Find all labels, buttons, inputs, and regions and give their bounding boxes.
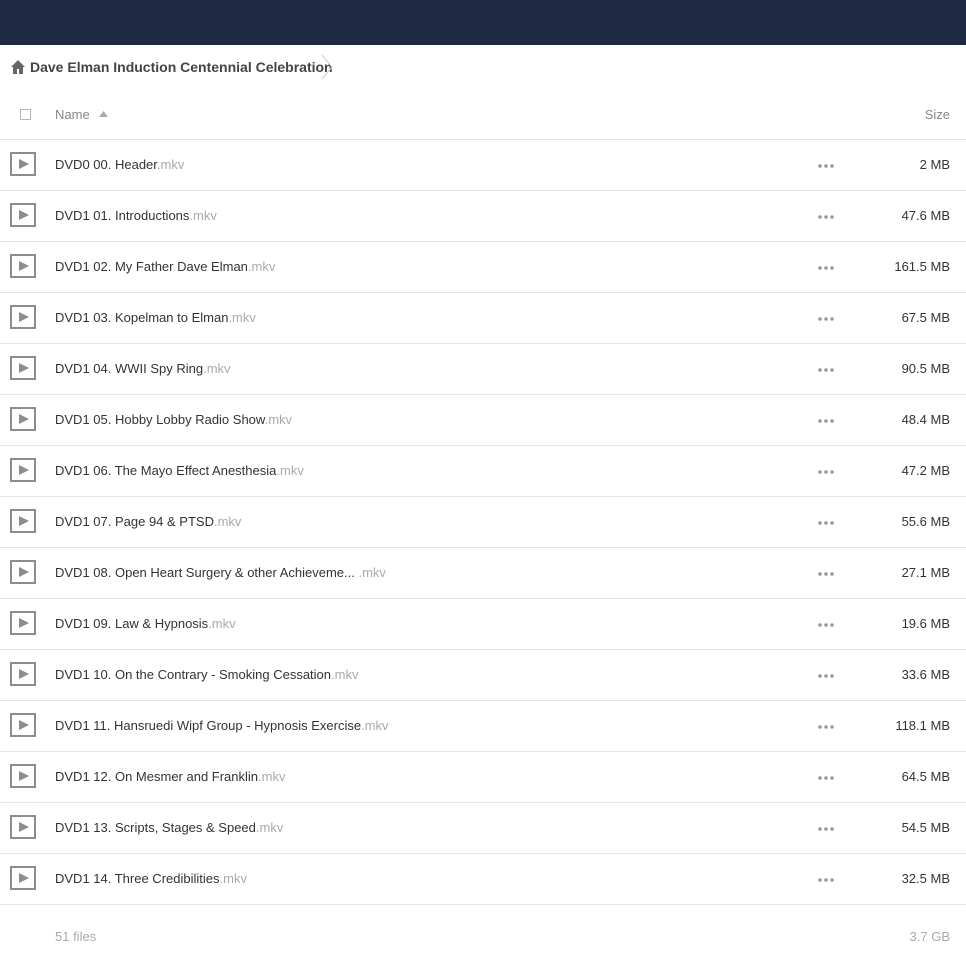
size-column-header[interactable]: Size (925, 107, 950, 122)
file-row[interactable]: DVD1 09. Law & Hypnosis.mkv 19.6 MB (0, 599, 966, 650)
file-name[interactable]: DVD1 07. Page 94 & PTSD.mkv (55, 514, 241, 529)
list-footer: 51 files 3.7 GB (0, 915, 966, 955)
more-horizontal-icon[interactable] (818, 827, 834, 831)
more-horizontal-icon[interactable] (818, 776, 834, 780)
more-horizontal-icon[interactable] (818, 317, 834, 321)
more-horizontal-icon[interactable] (818, 878, 834, 882)
file-row[interactable]: DVD1 06. The Mayo Effect Anesthesia.mkv … (0, 446, 966, 497)
file-size: 64.5 MB (901, 769, 950, 784)
home-icon[interactable] (10, 59, 26, 75)
play-icon[interactable] (10, 611, 36, 635)
more-horizontal-icon[interactable] (818, 521, 834, 525)
more-horizontal-icon[interactable] (818, 419, 834, 423)
file-row[interactable]: DVD1 11. Hansruedi Wipf Group - Hypnosis… (0, 701, 966, 752)
play-icon[interactable] (10, 560, 36, 584)
file-size: 2 MB (919, 157, 950, 172)
file-size: 48.4 MB (901, 412, 950, 427)
file-size: 19.6 MB (901, 616, 950, 631)
file-row[interactable]: DVD1 04. WWII Spy Ring.mkv 90.5 MB (0, 344, 966, 395)
file-name[interactable]: DVD1 08. Open Heart Surgery & other Achi… (55, 565, 386, 580)
file-name[interactable]: DVD1 09. Law & Hypnosis.mkv (55, 616, 236, 631)
play-icon[interactable] (10, 254, 36, 278)
file-size: 118.1 MB (895, 718, 950, 733)
file-row[interactable]: DVD1 01. Introductions.mkv 47.6 MB (0, 191, 966, 242)
name-column-header[interactable]: Name (55, 107, 90, 122)
file-row[interactable]: DVD1 05. Hobby Lobby Radio Show.mkv 48.4… (0, 395, 966, 446)
file-name[interactable]: DVD1 02. My Father Dave Elman.mkv (55, 259, 275, 274)
breadcrumb-separator-icon (321, 54, 333, 80)
more-horizontal-icon[interactable] (818, 215, 834, 219)
file-row[interactable]: DVD1 07. Page 94 & PTSD.mkv 55.6 MB (0, 497, 966, 548)
breadcrumb-folder[interactable]: Dave Elman Induction Centennial Celebrat… (30, 59, 333, 75)
file-row[interactable]: DVD1 02. My Father Dave Elman.mkv 161.5 … (0, 242, 966, 293)
more-horizontal-icon[interactable] (818, 623, 834, 627)
play-icon[interactable] (10, 713, 36, 737)
total-size: 3.7 GB (909, 929, 950, 944)
play-icon[interactable] (10, 815, 36, 839)
more-horizontal-icon[interactable] (818, 368, 834, 372)
play-icon[interactable] (10, 866, 36, 890)
file-size: 54.5 MB (901, 820, 950, 835)
more-horizontal-icon[interactable] (818, 674, 834, 678)
play-icon[interactable] (10, 152, 36, 176)
play-icon[interactable] (10, 203, 36, 227)
file-row[interactable]: DVD0 00. Header.mkv 2 MB (0, 140, 966, 191)
file-name[interactable]: DVD1 05. Hobby Lobby Radio Show.mkv (55, 412, 292, 427)
file-name[interactable]: DVD1 14. Three Credibilities.mkv (55, 871, 247, 886)
file-size: 32.5 MB (901, 871, 950, 886)
breadcrumb: Dave Elman Induction Centennial Celebrat… (0, 45, 966, 90)
more-horizontal-icon[interactable] (818, 572, 834, 576)
file-name[interactable]: DVD1 11. Hansruedi Wipf Group - Hypnosis… (55, 718, 389, 733)
file-name[interactable]: DVD1 01. Introductions.mkv (55, 208, 217, 223)
file-name[interactable]: DVD1 03. Kopelman to Elman.mkv (55, 310, 256, 325)
file-name[interactable]: DVD0 00. Header.mkv (55, 157, 184, 172)
list-header: Name Size (0, 90, 966, 140)
more-horizontal-icon[interactable] (818, 164, 834, 168)
file-size: 67.5 MB (901, 310, 950, 325)
play-icon[interactable] (10, 662, 36, 686)
file-size: 47.2 MB (901, 463, 950, 478)
select-all-checkbox[interactable] (20, 109, 31, 120)
more-horizontal-icon[interactable] (818, 470, 834, 474)
play-icon[interactable] (10, 407, 36, 431)
file-list: DVD0 00. Header.mkv 2 MB DVD1 01. Introd… (0, 140, 966, 905)
files-count: 51 files (55, 929, 97, 944)
more-horizontal-icon[interactable] (818, 266, 834, 270)
file-row[interactable]: DVD1 12. On Mesmer and Franklin.mkv 64.5… (0, 752, 966, 803)
file-size: 90.5 MB (901, 361, 950, 376)
play-icon[interactable] (10, 509, 36, 533)
more-horizontal-icon[interactable] (818, 725, 834, 729)
file-row[interactable]: DVD1 13. Scripts, Stages & Speed.mkv 54.… (0, 803, 966, 854)
play-icon[interactable] (10, 356, 36, 380)
play-icon[interactable] (10, 305, 36, 329)
top-bar (0, 0, 966, 45)
file-size: 27.1 MB (901, 565, 950, 580)
file-row[interactable]: DVD1 08. Open Heart Surgery & other Achi… (0, 548, 966, 599)
sort-ascending-icon[interactable] (99, 111, 108, 117)
file-name[interactable]: DVD1 12. On Mesmer and Franklin.mkv (55, 769, 285, 784)
file-row[interactable]: DVD1 10. On the Contrary - Smoking Cessa… (0, 650, 966, 701)
file-size: 33.6 MB (901, 667, 950, 682)
file-size: 161.5 MB (894, 259, 950, 274)
file-row[interactable]: DVD1 14. Three Credibilities.mkv 32.5 MB (0, 854, 966, 905)
file-name[interactable]: DVD1 04. WWII Spy Ring.mkv (55, 361, 231, 376)
file-size: 47.6 MB (901, 208, 950, 223)
play-icon[interactable] (10, 458, 36, 482)
file-name[interactable]: DVD1 10. On the Contrary - Smoking Cessa… (55, 667, 358, 682)
file-name[interactable]: DVD1 13. Scripts, Stages & Speed.mkv (55, 820, 283, 835)
file-name[interactable]: DVD1 06. The Mayo Effect Anesthesia.mkv (55, 463, 304, 478)
file-size: 55.6 MB (901, 514, 950, 529)
file-row[interactable]: DVD1 03. Kopelman to Elman.mkv 67.5 MB (0, 293, 966, 344)
play-icon[interactable] (10, 764, 36, 788)
